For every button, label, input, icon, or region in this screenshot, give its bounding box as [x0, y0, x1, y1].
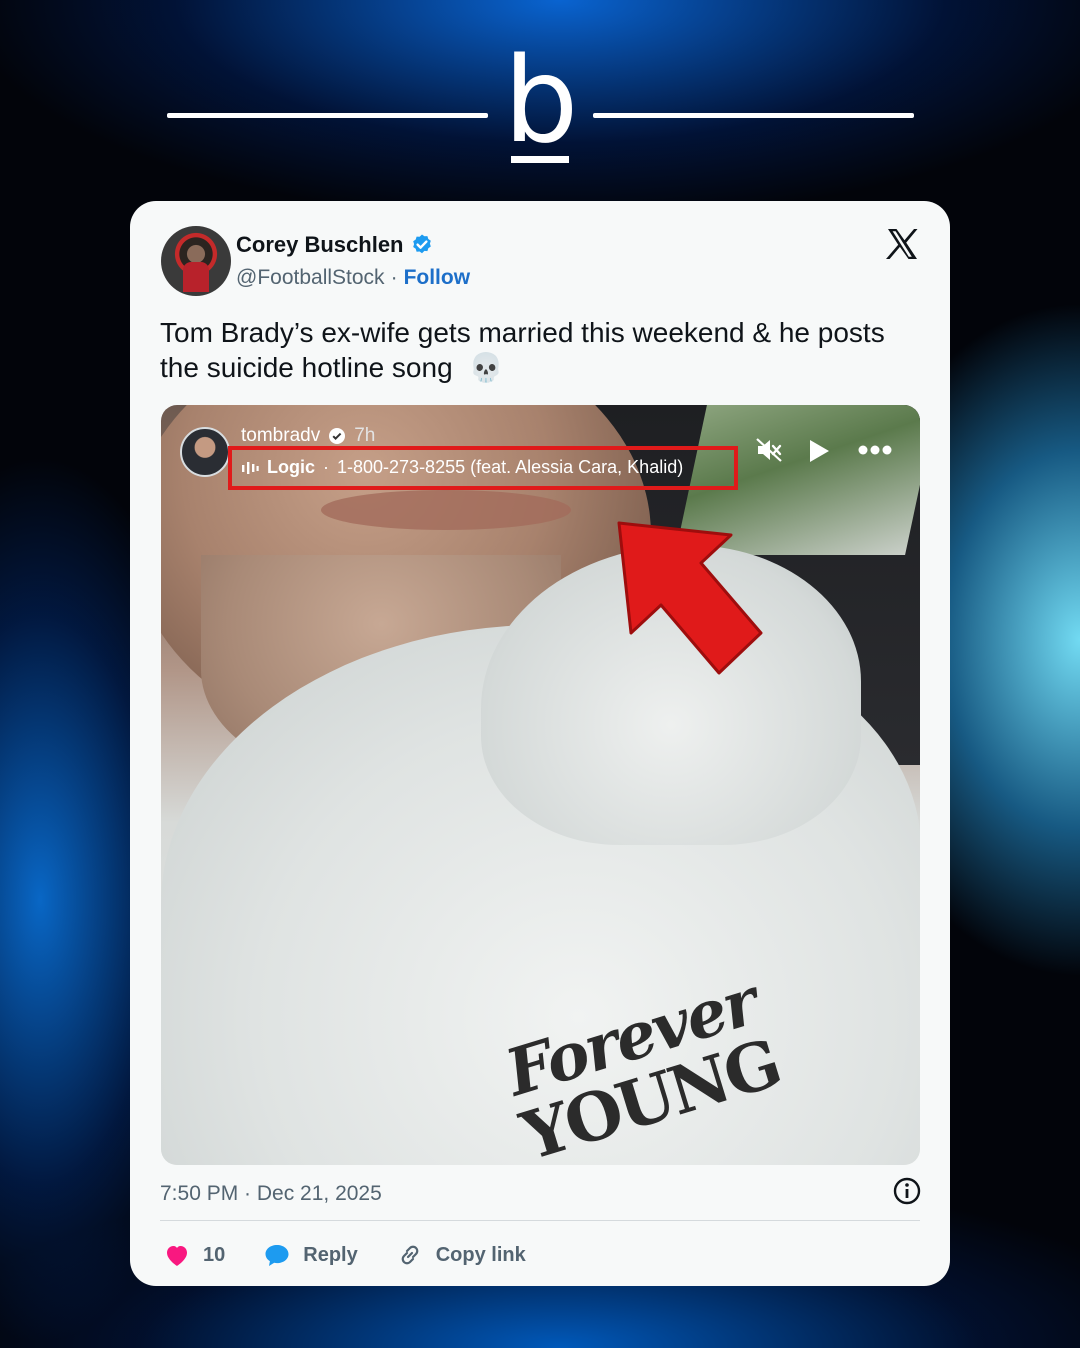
lips	[321, 490, 571, 530]
reply-label: Reply	[303, 1243, 358, 1266]
story-time: 7h	[354, 425, 376, 446]
reply-bubble-icon	[265, 1245, 289, 1266]
author-name-row[interactable]: Corey Buschlen	[236, 232, 434, 258]
play-icon	[810, 440, 829, 462]
song-label: Logic · 1-800-273-8255 (feat. Alessia Ca…	[241, 457, 683, 478]
more-dots-icon	[858, 445, 892, 455]
tweet-text-line-2-words: the suicide hotline song	[160, 352, 453, 383]
author-handle-row: @FootballStock · Follow	[236, 266, 470, 290]
brand-logo: b	[498, 40, 582, 180]
skull-emoji: 💀	[468, 352, 504, 383]
story-avatar	[180, 427, 230, 477]
author-avatar[interactable]	[161, 226, 231, 296]
song-artist: Logic	[267, 457, 315, 477]
brand-rule-left	[167, 113, 488, 118]
song-separator: ·	[323, 457, 329, 477]
tweet-text-line-2: the suicide hotline song 💀	[160, 350, 930, 385]
heart-icon	[167, 1246, 187, 1266]
reply-button[interactable]: Reply	[263, 1241, 358, 1269]
mute-icon	[756, 438, 782, 462]
info-icon[interactable]	[892, 1176, 922, 1206]
tweet-media[interactable]: Forever YOUNG tombradv 7h Logic · 1-800-…	[161, 405, 920, 1165]
copy-link-button[interactable]: Copy link	[396, 1241, 526, 1269]
music-bars-icon	[242, 461, 259, 474]
tweet-text: Tom Brady’s ex-wife gets married this we…	[160, 315, 930, 385]
copy-link-label: Copy link	[435, 1243, 526, 1266]
story-header: tombradv 7h	[241, 425, 375, 447]
follow-button[interactable]: Follow	[404, 266, 471, 290]
song-title: 1-800-273-8255 (feat. Alessia Cara, Khal…	[337, 457, 684, 477]
tweet-text-line-1: Tom Brady’s ex-wife gets married this we…	[160, 317, 885, 348]
x-logo-icon[interactable]	[884, 226, 920, 262]
story-verified-icon	[329, 428, 346, 444]
link-icon	[401, 1245, 419, 1265]
red-arrow-annotation	[617, 521, 763, 675]
author-handle[interactable]: @FootballStock	[236, 266, 385, 290]
verified-badge-icon	[412, 234, 431, 254]
like-count: 10	[203, 1243, 226, 1266]
action-bar: 10 Reply Copy link	[163, 1235, 564, 1275]
handle-separator: ·	[390, 266, 398, 289]
brand-letter: b	[503, 31, 579, 169]
action-divider	[160, 1220, 920, 1221]
brand-rule-right	[593, 113, 914, 118]
story-username: tombradv	[241, 425, 321, 446]
author-name[interactable]: Corey Buschlen	[236, 232, 404, 258]
brand-underline	[511, 156, 569, 163]
like-button[interactable]: 10	[163, 1241, 225, 1269]
tweet-timestamp[interactable]: 7:50 PM · Dec 21, 2025	[160, 1182, 382, 1206]
tweet-card: Corey Buschlen @FootballStock · Follow T…	[130, 201, 950, 1286]
